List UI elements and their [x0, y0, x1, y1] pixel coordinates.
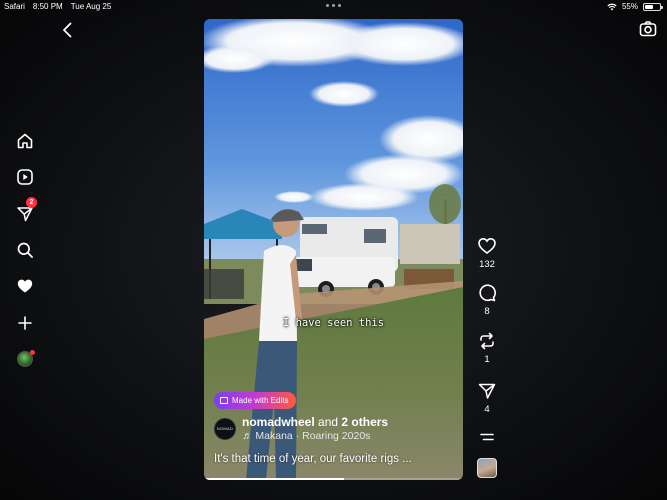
nav-home[interactable] — [14, 130, 36, 152]
more-options-button[interactable] — [474, 430, 500, 444]
author-avatar-text: NOMAD — [216, 426, 234, 431]
status-app: Safari — [4, 2, 25, 11]
search-icon — [17, 242, 33, 258]
camera-icon — [639, 21, 657, 37]
repost-icon — [480, 332, 494, 350]
battery-icon — [643, 2, 663, 11]
edits-badge-label: Made with Edits — [232, 396, 289, 405]
status-bar: Safari 8:50 PM Tue Aug 25 55% — [0, 0, 667, 14]
audio-thumbnail[interactable] — [477, 458, 497, 478]
video-progress-fill — [204, 478, 344, 480]
like-count: 132 — [479, 259, 495, 270]
nav-notifications[interactable] — [14, 275, 36, 297]
video-frame — [204, 19, 463, 480]
wifi-icon — [607, 3, 617, 10]
reel-video[interactable]: I have seen this Made with Edits NOMAD n… — [204, 19, 463, 480]
back-button[interactable] — [58, 20, 78, 40]
comment-count: 8 — [484, 306, 490, 317]
plus-icon — [18, 316, 32, 330]
nav-profile[interactable] — [14, 348, 36, 370]
author-others[interactable]: 2 others — [341, 415, 388, 429]
nav-messages[interactable]: 2 — [14, 197, 37, 225]
nav-create[interactable] — [14, 312, 36, 334]
reels-icon — [17, 169, 33, 185]
avatar — [17, 350, 35, 367]
profile-notification-dot — [30, 350, 35, 355]
music-note-icon: ♬ — [242, 430, 253, 442]
audio-track[interactable]: ♬ Makana · Roaring 2020s — [242, 430, 388, 442]
comment-icon — [479, 284, 496, 302]
author-line: nomadwheel and 2 others — [242, 415, 388, 429]
battery-percent: 55% — [621, 2, 638, 11]
status-date: Tue Aug 25 — [70, 2, 112, 11]
paper-plane-icon — [478, 383, 496, 399]
author-and: and — [318, 415, 339, 429]
nav-reels[interactable] — [14, 166, 36, 188]
video-subtitle: I have seen this — [282, 317, 385, 329]
chevron-left-icon — [63, 22, 72, 38]
messages-badge: 2 — [26, 197, 37, 208]
nav-search[interactable] — [14, 239, 36, 261]
multitasking-dots[interactable] — [326, 4, 341, 7]
audio-track-label: Makana · Roaring 2020s — [255, 430, 371, 442]
camera-button[interactable] — [638, 19, 658, 39]
author-avatar[interactable]: NOMAD — [214, 417, 236, 440]
comment-button[interactable]: 8 — [474, 283, 500, 317]
edits-icon — [220, 397, 228, 404]
heart-outline-icon — [478, 237, 496, 254]
home-icon — [17, 133, 33, 149]
repost-count: 1 — [484, 354, 490, 365]
more-lines-icon — [480, 433, 494, 441]
author-username[interactable]: nomadwheel — [242, 415, 315, 429]
reel-caption[interactable]: It's that time of year, our favorite rig… — [214, 453, 412, 465]
share-count: 4 — [484, 404, 490, 415]
share-button[interactable]: 4 — [474, 381, 500, 415]
author-row: NOMAD nomadwheel and 2 others ♬ Makana ·… — [214, 415, 388, 442]
like-button[interactable]: 132 — [474, 236, 500, 270]
status-time: 8:50 PM — [32, 2, 63, 11]
repost-button[interactable]: 1 — [474, 331, 500, 365]
made-with-edits-badge[interactable]: Made with Edits — [214, 392, 297, 409]
heart-icon — [17, 279, 33, 293]
video-progress[interactable] — [204, 478, 463, 480]
